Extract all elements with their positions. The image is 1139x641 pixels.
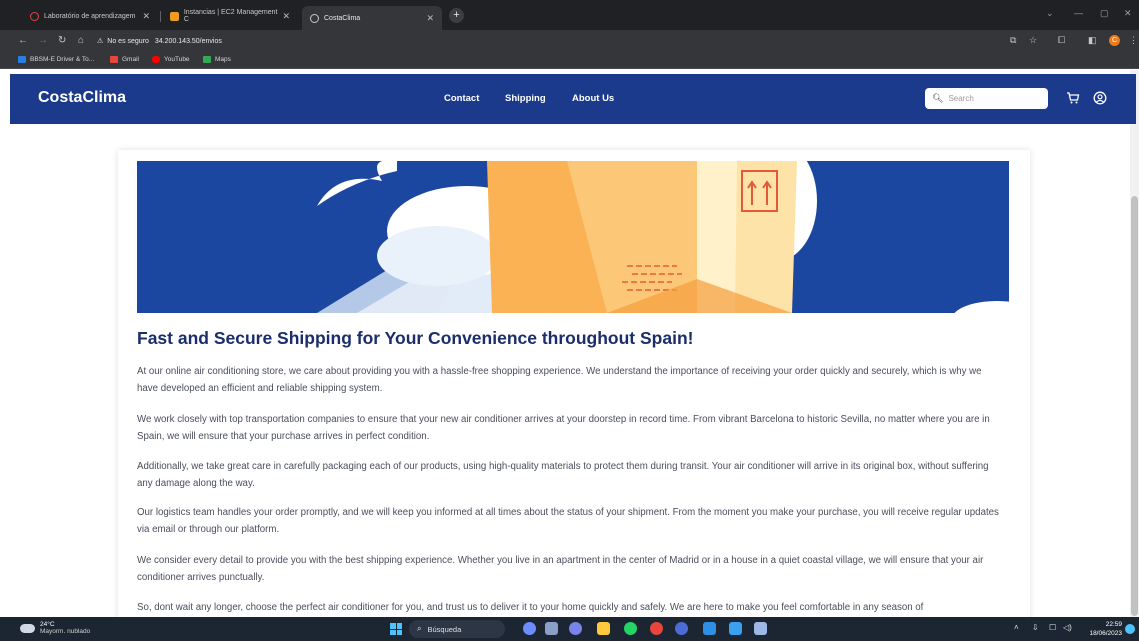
omnibox[interactable]: ⚠ No es seguro 34.200.143.50/envios [97,33,977,49]
maps-icon [203,56,211,63]
taskbar-search[interactable]: ⌕ Búsqueda [409,620,505,638]
taskbar-search-label: Búsqueda [427,624,462,634]
discord-icon[interactable] [675,622,688,635]
paragraph-intro: At our online air conditioning store, we… [137,366,982,394]
bookmark-icon [18,56,26,63]
windows-taskbar: 24°C Mayorm. nublado ⌕ Búsqueda ˄ ⇩ ☐ ◁)… [0,617,1139,641]
temperature: 24°C [40,621,55,628]
teams-icon[interactable] [569,622,582,635]
remote-desktop-icon[interactable] [754,622,767,635]
scrollbar-thumb[interactable] [1131,196,1138,616]
tab-label: Instancias | EC2 Management C [183,9,278,23]
taskbar-clock[interactable]: 22:59 18/06/2023 [1082,620,1122,638]
tab-costaclima[interactable]: CostaClima ✕ [302,6,442,30]
paragraph-closing: So, dont wait any longer, choose the per… [137,602,924,613]
sidebar-icon[interactable]: ◧ [1088,35,1097,46]
brand-logo[interactable]: CostaClima [38,89,126,107]
warning-icon: ⚠ [97,38,104,45]
globe-favicon-icon [310,13,319,23]
chat-app-icon[interactable] [523,622,536,635]
weather-condition: Mayorm. nublado [40,628,91,635]
windows-start-icon[interactable] [390,623,402,635]
extensions-icon[interactable]: ⧠ [1058,35,1065,46]
tab-ec2[interactable]: Instancias | EC2 Management C ✕ [162,6,298,26]
file-explorer-icon[interactable] [597,622,610,635]
back-icon[interactable]: ← [18,35,28,47]
close-tab-icon[interactable]: ✕ [282,11,290,22]
site-header: CostaClima Contact Shipping About Us 🔍︎ [10,74,1136,124]
url-text[interactable]: 34.200.143.50/envios [155,38,222,45]
tab-separator [160,11,161,22]
usb-icon[interactable]: ⇩ [1032,623,1039,632]
whatsapp-icon[interactable] [624,622,637,635]
forward-icon[interactable]: → [38,35,48,47]
shipping-hero-image [137,161,1009,313]
tab-label: CostaClima [324,14,361,22]
close-tab-icon[interactable]: ✕ [142,11,150,22]
gmail-icon [110,56,118,63]
new-tab-button[interactable]: + [449,8,464,23]
clock-date: 18/06/2023 [1089,630,1122,637]
store-icon[interactable] [729,622,742,635]
profile-avatar[interactable]: C [1109,35,1120,46]
bookmark-label: BBSM-E Driver & To... [30,56,95,63]
close-tab-icon[interactable]: ✕ [426,13,434,24]
security-warning[interactable]: No es seguro [107,38,149,45]
bookmark-star-icon[interactable]: ☆ [1029,35,1037,46]
bookmark-label: YouTube [164,56,190,63]
bookmark-bbsm[interactable]: BBSM-E Driver & To... [18,56,94,63]
bookmark-maps[interactable]: Maps [203,56,231,63]
youtube-icon [152,56,160,63]
menu-icon[interactable]: ⋮ [1129,35,1138,46]
weather-widget[interactable]: 24°C Mayorm. nublado [20,621,90,636]
tab-search-icon[interactable]: ⌄ [1046,8,1054,19]
cloud-icon [20,624,35,633]
paragraph-logistics: Our logistics team handles your order pr… [137,507,999,535]
paragraph-details: We consider every detail to provide you … [137,555,984,583]
search-icon: 🔍︎ [932,93,944,103]
chrome-icon[interactable] [650,622,663,635]
bookmark-label: Gmail [122,56,139,63]
maximize-icon[interactable]: ▢ [1100,8,1109,19]
volume-icon[interactable]: ◁) [1063,623,1072,632]
task-view-icon[interactable] [545,622,558,635]
search-icon: ⌕ [417,624,422,633]
vscode-icon[interactable] [703,622,716,635]
tab-label: Laboratório de aprendizagem [44,12,136,20]
home-icon[interactable]: ⌂ [78,35,84,47]
minimize-icon[interactable]: — [1074,8,1083,18]
share-icon[interactable]: ⧉ [1010,35,1016,46]
nav-contact[interactable]: Contact [444,93,479,104]
search-input[interactable] [948,94,1039,103]
cart-icon[interactable] [1066,91,1080,105]
paragraph-packaging: Additionally, we take great care in care… [137,461,989,489]
page-heading: Fast and Secure Shipping for Your Conven… [137,328,694,348]
close-window-icon[interactable]: ✕ [1124,8,1132,19]
notification-icon[interactable] [1125,624,1135,634]
bookmark-gmail[interactable]: Gmail [110,56,139,63]
search-box[interactable]: 🔍︎ [925,88,1048,109]
bookmark-youtube[interactable]: YouTube [152,56,190,63]
tray-chevron-icon[interactable]: ˄ [1014,623,1019,632]
bookmarks-bar: BBSM-E Driver & To... Gmail YouTube Maps [0,52,1139,69]
paragraph-transport: We work closely with top transportation … [137,414,990,442]
nav-about-us[interactable]: About Us [572,93,614,104]
tab-favicon-icon [30,11,39,21]
tab-laboratorio[interactable]: Laboratório de aprendizagem ✕ [22,6,158,26]
network-icon[interactable]: ☐ [1049,623,1056,632]
address-toolbar: ← → ↻ ⌂ ⚠ No es seguro 34.200.143.50/env… [0,30,1139,52]
user-account-icon[interactable] [1093,91,1107,105]
nav-shipping[interactable]: Shipping [505,93,546,104]
clock-time: 22:59 [1105,621,1122,628]
reload-icon[interactable]: ↻ [58,35,66,47]
page-scrollbar[interactable] [1130,70,1139,617]
bookmark-label: Maps [215,56,231,63]
browser-tab-bar: Laboratório de aprendizagem ✕ Instancias… [0,0,1139,30]
aws-favicon-icon [170,11,179,21]
